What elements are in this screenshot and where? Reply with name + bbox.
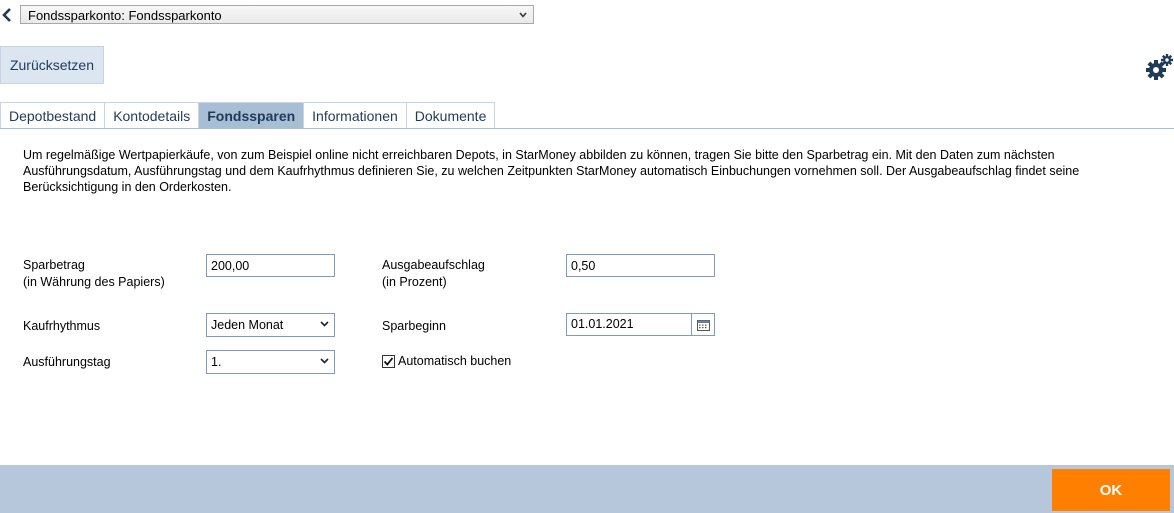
calendar-icon: [696, 319, 710, 331]
account-select[interactable]: Fondssparkonto: Fondssparkonto: [20, 5, 534, 24]
ok-button[interactable]: OK: [1052, 469, 1170, 511]
ausgabeaufschlag-label-line2: (in Prozent): [382, 275, 447, 289]
reset-button[interactable]: Zurücksetzen: [0, 46, 104, 84]
sparbeginn-label: Sparbeginn: [382, 319, 446, 333]
automatisch-buchen-label: Automatisch buchen: [398, 354, 512, 368]
kaufrhythmus-select[interactable]: Jeden Monat: [206, 313, 335, 337]
sparbeginn-date-input[interactable]: 01.01.2021: [566, 313, 715, 336]
account-select-value: Fondssparkonto: Fondssparkonto: [28, 8, 222, 23]
calendar-button[interactable]: [691, 314, 714, 335]
settings-button[interactable]: [1144, 52, 1174, 82]
tab-kontodetails[interactable]: Kontodetails: [104, 102, 200, 128]
tab-fondssparen[interactable]: Fondssparen: [198, 102, 305, 128]
tab-dokumente[interactable]: Dokumente: [405, 102, 496, 128]
chevron-down-icon: [320, 321, 329, 327]
kaufrhythmus-label: Kaufrhythmus: [23, 319, 101, 333]
ausfuehrungstag-value: 1.: [211, 355, 222, 369]
footer-bar: [0, 465, 1174, 513]
kaufrhythmus-value: Jeden Monat: [211, 318, 284, 332]
tab-depotbestand[interactable]: Depotbestand: [0, 102, 106, 128]
automatisch-buchen-checkbox[interactable]: [382, 355, 395, 368]
chevron-down-icon: [320, 358, 329, 364]
ausgabeaufschlag-input[interactable]: 0,50: [566, 254, 715, 277]
sparbeginn-value: 01.01.2021: [571, 317, 634, 331]
ausfuehrungstag-label: Ausführungstag: [23, 355, 111, 369]
ausgabeaufschlag-label: Ausgabeaufschlag (in Prozent): [382, 257, 485, 291]
tab-bar: Depotbestand Kontodetails Fondssparen In…: [0, 102, 496, 129]
ausgabeaufschlag-label-line1: Ausgabeaufschlag: [382, 258, 485, 272]
back-button[interactable]: [0, 5, 14, 25]
sparbetrag-input[interactable]: 200,00: [206, 254, 335, 277]
sparbetrag-label: Sparbetrag (in Währung des Papiers): [23, 257, 165, 291]
sparbetrag-label-line1: Sparbetrag: [23, 258, 85, 272]
gears-icon: [1146, 54, 1173, 80]
chevron-left-icon: [2, 8, 11, 22]
checkmark-icon: [383, 357, 394, 366]
tab-divider: [0, 128, 1174, 129]
intro-text: Um regelmäßige Wertpapierkäufe, von zum …: [23, 148, 1080, 194]
ausfuehrungstag-select[interactable]: 1.: [206, 350, 335, 374]
chevron-down-icon: [519, 12, 527, 18]
tab-informationen[interactable]: Informationen: [303, 102, 407, 128]
sparbetrag-label-line2: (in Währung des Papiers): [23, 275, 165, 289]
